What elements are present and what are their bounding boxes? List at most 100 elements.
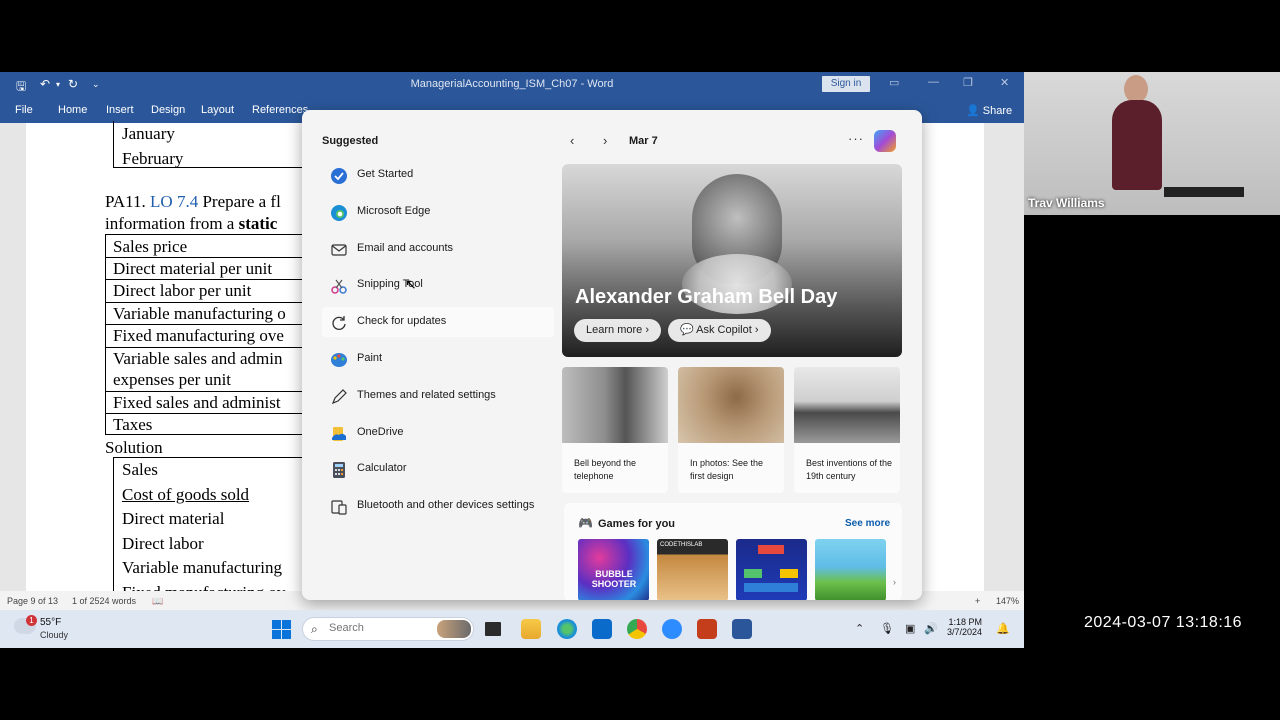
suggested-item-email[interactable]: Email and accounts (322, 234, 554, 264)
suggested-item-edge[interactable]: Microsoft Edge (322, 197, 554, 227)
zoom-icon[interactable] (662, 619, 682, 639)
game-tile[interactable]: BUBBLE SHOOTER (578, 539, 649, 600)
news-card[interactable]: Bell beyond the telephone (562, 367, 668, 493)
zoom-in-icon[interactable]: + (975, 596, 980, 606)
tab-references[interactable]: References (252, 104, 308, 116)
suggested-item-bluetooth[interactable]: Bluetooth and other devices settings (322, 491, 562, 521)
taskbar-clock[interactable]: 1:18 PM 3/7/2024 (942, 617, 982, 637)
tab-file[interactable]: File (15, 104, 33, 116)
maximize-icon[interactable]: ❐ (963, 76, 973, 89)
table-cell: expenses per unit (113, 370, 232, 389)
suggested-item-snipping-tool[interactable]: Snipping Tool (322, 270, 554, 300)
suggested-item-onedrive[interactable]: OneDrive (322, 418, 554, 448)
notification-badge: 1 (26, 615, 37, 626)
ask-copilot-button[interactable]: 💬 Ask Copilot › (668, 319, 771, 342)
share-button[interactable]: 👤 Share (966, 104, 1012, 117)
word-icon[interactable] (732, 619, 752, 639)
get-started-icon (331, 168, 347, 184)
store-icon[interactable] (592, 619, 612, 639)
chevron-right-icon[interactable]: › (891, 426, 894, 436)
hero-card[interactable]: Alexander Graham Bell Day Learn more › 💬… (562, 164, 902, 357)
clock-time: 1:18 PM (948, 617, 982, 627)
windows-logo-icon (282, 630, 291, 639)
word-count[interactable]: 1 of 2524 words (72, 596, 136, 606)
refresh-icon (332, 316, 346, 330)
news-card[interactable]: In photos: See the first design (678, 367, 784, 493)
table-cell: Direct material (122, 509, 225, 528)
minimize-icon[interactable]: — (928, 76, 939, 88)
news-card-title: In photos: See the first design (690, 458, 764, 481)
pa11-heading: PA11. LO 7.4 Prepare a fl (105, 192, 281, 212)
game-tile[interactable] (736, 539, 807, 600)
network-icon[interactable]: ▣ (905, 622, 915, 635)
page-count[interactable]: Page 9 of 13 (7, 596, 58, 606)
bluetooth-devices-icon (331, 500, 347, 515)
suggested-item-check-updates[interactable]: Check for updates (322, 307, 554, 337)
suggested-item-get-started[interactable]: Get Started (322, 160, 554, 190)
game-tile[interactable] (815, 539, 886, 600)
close-icon[interactable]: ✕ (1000, 76, 1009, 89)
chevron-right-icon[interactable]: › (893, 577, 896, 587)
learn-more-button[interactable]: Learn more › (574, 319, 661, 342)
presenter-head (1124, 75, 1148, 103)
presenter-name: Trav Williams (1028, 196, 1105, 210)
see-more-link[interactable]: See more (845, 518, 890, 529)
chevron-right-icon: › (754, 324, 759, 336)
weather-condition[interactable]: Cloudy (40, 630, 68, 640)
window-title: ManagerialAccounting_ISM_Ch07 - Word (410, 78, 614, 90)
copilot-icon[interactable] (874, 130, 896, 152)
widget-date: Mar 7 (629, 135, 658, 147)
zoom-level[interactable]: 147% (996, 596, 1019, 606)
webcam-feed: Trav Williams (1024, 72, 1280, 215)
snipping-tool-icon (331, 279, 347, 294)
table-cell: Sales price (113, 237, 188, 256)
powerpoint-icon[interactable] (697, 619, 717, 639)
sign-in-button[interactable]: Sign in (822, 76, 870, 92)
weather-temperature[interactable]: 55°F (40, 617, 61, 628)
games-section: 🎮 Games for you See more BUBBLE SHOOTER … (564, 503, 902, 600)
suggested-item-themes[interactable]: Themes and related settings (322, 381, 554, 411)
chevron-up-icon[interactable]: ⌃ (855, 622, 864, 635)
volume-icon[interactable]: 🔊 (924, 622, 938, 635)
notification-icon[interactable]: 🔔 (996, 622, 1010, 635)
tab-home[interactable]: Home (58, 104, 87, 116)
pa11-text: Prepare a fl (202, 192, 281, 211)
edge-icon[interactable] (557, 619, 577, 639)
suggested-item-label: Microsoft Edge (357, 205, 431, 217)
table-cell: Sales (122, 460, 158, 479)
pa11-lo[interactable]: LO 7.4 (150, 192, 198, 211)
microphone-icon[interactable]: 🎙 (880, 622, 894, 635)
table-cell: Variable manufacturing (122, 558, 283, 577)
clock-date: 3/7/2024 (946, 627, 982, 637)
proofing-icon[interactable]: 📖 (152, 596, 163, 607)
suggested-item-calculator[interactable]: Calculator (322, 454, 554, 484)
onedrive-icon (332, 427, 346, 441)
table-cell: Cost of goods sold (122, 485, 250, 504)
search-icon: ⌕ (311, 622, 318, 636)
news-card[interactable]: Best inventions of the 19th century (794, 367, 900, 493)
suggested-item-label: Check for updates (357, 315, 447, 327)
taskbar-search[interactable]: ⌕ (302, 617, 474, 641)
start-button[interactable] (272, 620, 292, 640)
chrome-icon[interactable] (627, 619, 647, 639)
pa11-line2-a: information from a (105, 214, 235, 233)
chevron-right-icon[interactable]: › (603, 133, 607, 148)
search-highlight-image (437, 620, 471, 638)
chevron-left-icon[interactable]: ‹ (570, 133, 574, 148)
more-options-icon[interactable]: ··· (848, 131, 864, 146)
game-tile[interactable]: CODETHISLAB (657, 539, 728, 600)
recording-timestamp: 2024-03-07 13:18:16 (1084, 614, 1243, 631)
file-explorer-icon[interactable] (521, 619, 541, 639)
table-cell: Direct labor (122, 534, 204, 553)
search-input[interactable] (329, 622, 429, 634)
suggested-item-label: Bluetooth and other devices settings (357, 499, 535, 511)
paint-icon (331, 353, 347, 367)
suggested-item-paint[interactable]: Paint (322, 344, 554, 374)
tab-design[interactable]: Design (151, 104, 185, 116)
tab-insert[interactable]: Insert (106, 104, 134, 116)
tab-layout[interactable]: Layout (201, 104, 234, 116)
table-cell: Direct labor per unit (113, 281, 252, 300)
task-view-icon[interactable] (485, 622, 501, 636)
month-row: February (122, 149, 184, 168)
ribbon-display-icon[interactable]: ▭ (889, 76, 899, 89)
